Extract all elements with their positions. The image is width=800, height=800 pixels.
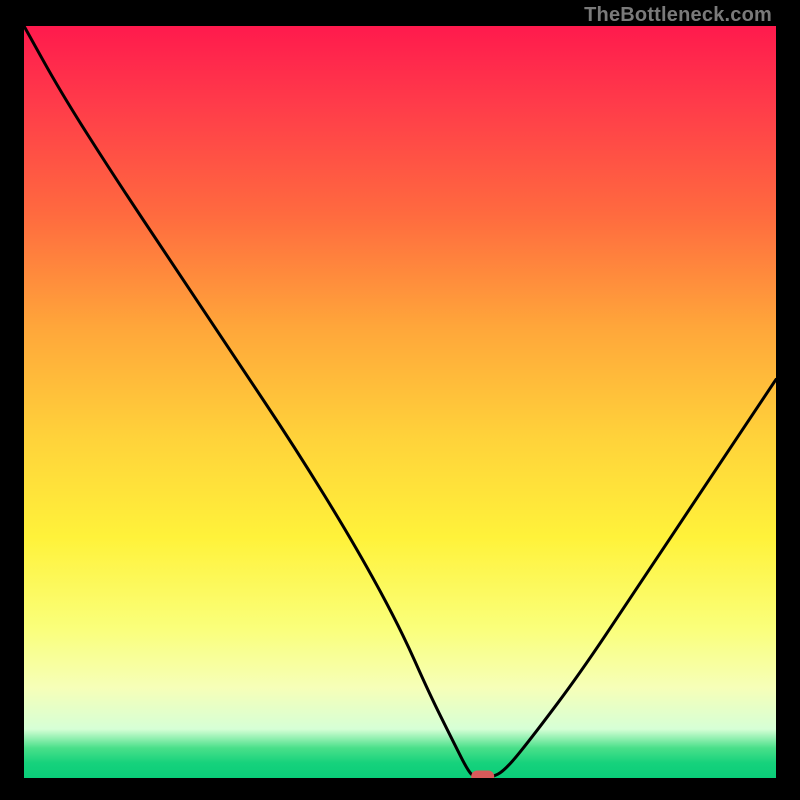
bottleneck-curve-svg [24,26,776,778]
plot-area [24,26,776,778]
attribution-text: TheBottleneck.com [584,4,772,27]
optimal-point-marker [472,771,494,778]
bottleneck-curve [24,26,776,778]
chart-container: TheBottleneck.com [0,0,800,800]
